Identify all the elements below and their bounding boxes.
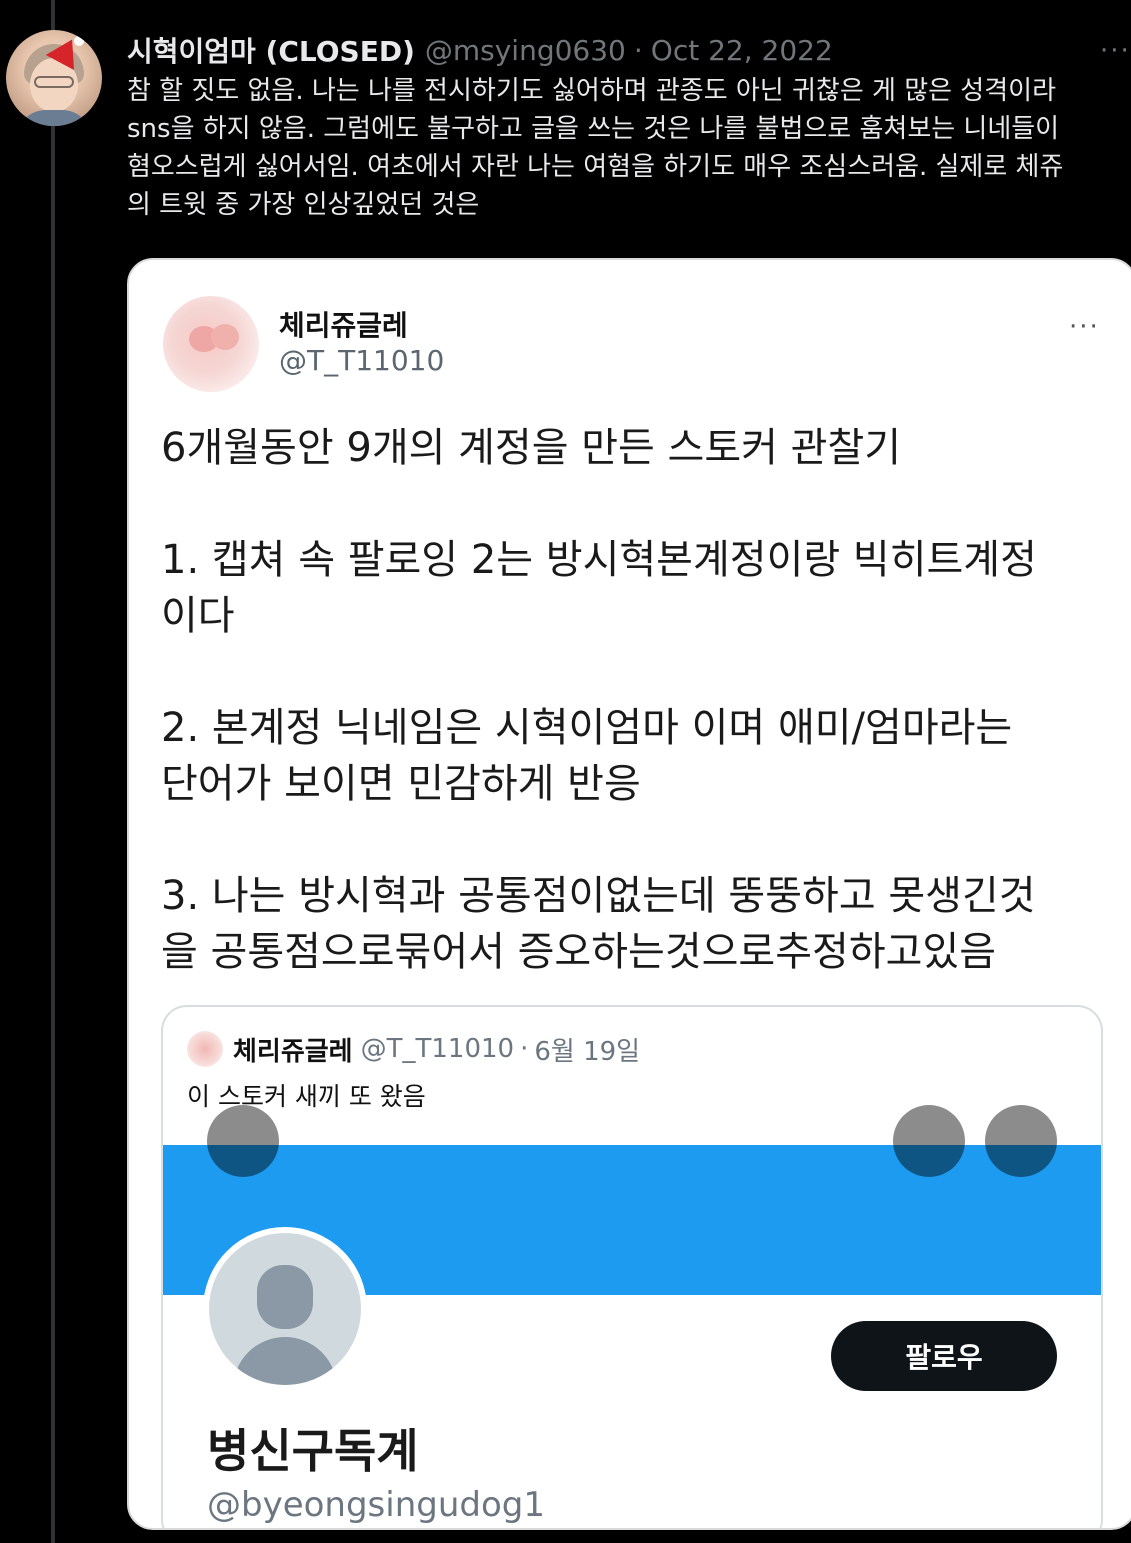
embedded-item-1: 1. 캡쳐 속 팔로잉 2는 방시혁본계정이랑 빅히트계정 [161,537,1037,583]
tweet-text-line: 참 할 짓도 없음. 나는 나를 전시하기도 싫어하며 관종도 아닌 귀찮은 게… [127,76,1056,106]
quoted-avatar [187,1031,223,1067]
follow-button: 팔로우 [831,1321,1057,1391]
menu-icon [985,1105,1057,1177]
separator-dot: · [633,33,643,67]
embedded-title-line: 6개월동안 9개의 계정을 만든 스토커 관찰기 [161,425,902,471]
embedded-tweet-body: 6개월동안 9개의 계정을 만든 스토커 관찰기 1. 캡쳐 속 팔로잉 2는 … [161,420,1111,980]
tweet-text-line: sns을 하지 않음. 그럼에도 불구하고 글을 쓰는 것은 나를 불법으로 훔… [127,114,1060,144]
quoted-date: 6월 19일 [534,1036,641,1067]
embedded-display-name: 체리쥬글레 [279,309,408,342]
display-name[interactable]: 시혁이엄마 (CLOSED) [127,30,415,70]
tweet-header: 시혁이엄마 (CLOSED) @msying0630 · Oct 22, 202… [127,30,833,70]
quoted-separator: · [520,1034,529,1064]
quoted-tweet: 체리쥬글레 @T_T11010 · 6월 19일 이 스토커 새끼 또 왔음 팔… [161,1005,1103,1528]
profile-screenshot: 팔로우 병신구독계 @byeongsingudog1 [163,1105,1101,1528]
embedded-avatar [163,296,259,392]
embedded-item-1-cont: 이다 [161,593,235,639]
quoted-tweet-header: 체리쥬글레 @T_T11010 · 6월 19일 [187,1029,640,1069]
avatar[interactable] [6,30,102,126]
back-icon [207,1105,279,1177]
default-avatar-icon [203,1227,367,1391]
embedded-handle: @T_T11010 [279,344,445,377]
tweet-text: 참 할 짓도 없음. 나는 나를 전시하기도 싫어하며 관종도 아닌 귀찮은 게… [127,72,1127,224]
search-icon [893,1105,965,1177]
quoted-handle: @T_T11010 [360,1034,515,1064]
profile-handle: @byeongsingudog1 [207,1485,545,1525]
thread-line [51,0,55,1543]
embedded-item-2: 2. 본계정 닉네임은 시혁이엄마 이며 애미/엄마라는 [161,705,1013,751]
tweet-date[interactable]: Oct 22, 2022 [651,34,833,67]
tweet-text-line: 혐오스럽게 싫어서임. 여초에서 자란 나는 여혐을 하기도 매우 조심스러움.… [127,152,1064,182]
embedded-more-icon: ··· [1069,312,1100,342]
embedded-item-2-cont: 단어가 보이면 민감하게 반응 [161,761,641,807]
more-options-icon[interactable]: ··· [1100,36,1131,66]
embedded-item-3-cont: 을 공통점으로묶어서 증오하는것으로추정하고있음 [161,929,997,975]
quoted-display-name: 체리쥬글레 [233,1036,353,1067]
tweet-text-line: 의 트윗 중 가장 인상깊었던 것은 [127,190,480,220]
embedded-item-3: 3. 나는 방시혁과 공통점이없는데 뚱뚱하고 못생긴것 [161,873,1036,919]
profile-name: 병신구독계 [207,1424,419,1478]
embedded-screenshot-card[interactable]: 체리쥬글레 @T_T11010 ··· 6개월동안 9개의 계정을 만든 스토커… [127,258,1131,1530]
quoted-text: 이 스토커 새끼 또 왔음 [187,1082,426,1111]
user-handle[interactable]: @msying0630 [425,34,626,67]
